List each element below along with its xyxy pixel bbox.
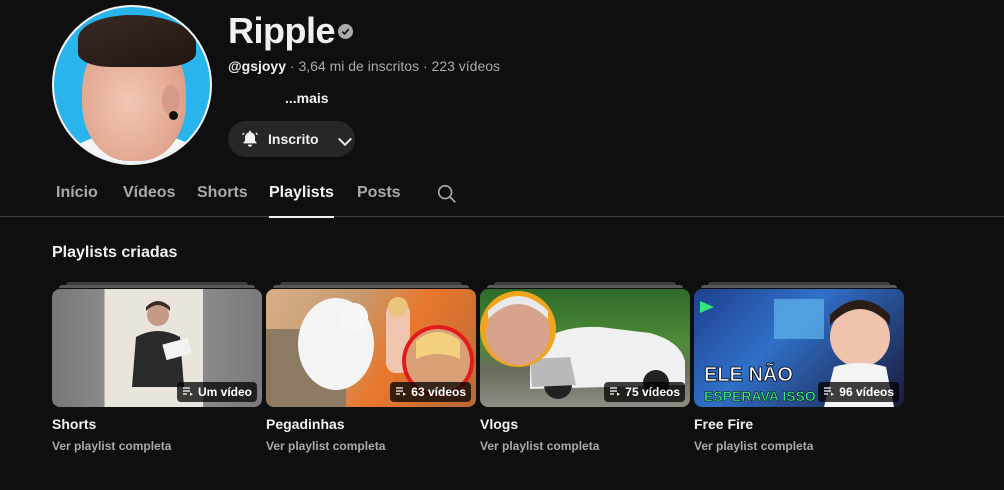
channel-tabs: Início Vídeos Shorts Playlists Posts — [0, 170, 1004, 218]
tab-shorts[interactable]: Shorts — [197, 184, 248, 202]
video-count-badge: 96 vídeos — [818, 382, 899, 402]
bell-icon — [240, 128, 260, 151]
view-playlist-link[interactable]: Ver playlist completa — [480, 439, 599, 453]
channel-name: Ripple — [228, 10, 336, 51]
chevron-down-icon — [335, 131, 352, 147]
thumbnail-person — [132, 301, 192, 387]
video-count-badge: Um vídeo — [176, 382, 257, 402]
playlist-title[interactable]: Vlogs — [480, 416, 518, 432]
description-more-link[interactable]: ...mais — [285, 90, 329, 106]
meta-separator: · — [422, 58, 428, 74]
thumbnail-text-1: ELE NÃO — [704, 363, 793, 386]
video-count-badge: 75 vídeos — [604, 382, 685, 402]
playlist-stack-layer — [701, 285, 897, 288]
video-count-label: 96 vídeos — [839, 385, 894, 399]
video-count: 223 vídeos — [431, 58, 501, 74]
tab-videos[interactable]: Vídeos — [123, 184, 175, 202]
playlist-icon — [609, 385, 621, 400]
playlist-thumbnail[interactable]: 75 vídeos — [480, 289, 690, 407]
tab-inicio[interactable]: Início — [56, 184, 98, 202]
view-playlist-link[interactable]: Ver playlist completa — [694, 439, 813, 453]
playlist-stack-layer — [487, 285, 683, 288]
playlist-stack-layer — [59, 285, 255, 288]
playlist-icon — [182, 385, 194, 400]
video-count-badge: 63 vídeos — [390, 382, 471, 402]
playlist-icon — [823, 385, 835, 400]
tab-playlists[interactable]: Playlists — [269, 184, 334, 218]
playlist-thumbnail[interactable]: Um vídeo — [52, 289, 262, 407]
playlist-stack-layer — [273, 285, 469, 288]
playlist-title[interactable]: Free Fire — [694, 416, 753, 432]
avatar-hair — [78, 15, 196, 67]
channel-meta: @gsjoyy · 3,64 mi de inscritos · 223 víd… — [228, 58, 500, 74]
view-playlist-link[interactable]: Ver playlist completa — [266, 439, 385, 453]
subscriber-count: 3,64 mi de inscritos — [298, 58, 420, 74]
channel-handle: @gsjoyy — [228, 58, 287, 74]
playlist-title[interactable]: Pegadinhas — [266, 416, 345, 432]
channel-avatar[interactable] — [52, 5, 212, 165]
view-playlist-link[interactable]: Ver playlist completa — [52, 439, 171, 453]
avatar-earring — [169, 111, 178, 120]
video-count-label: 63 vídeos — [411, 385, 466, 399]
playlist-thumbnail[interactable]: ELE NÃO ESPERAVA ISSO 96 vídeos — [694, 289, 904, 407]
video-count-label: 75 vídeos — [625, 385, 680, 399]
playlist-icon — [395, 385, 407, 400]
search-icon[interactable] — [436, 183, 458, 205]
meta-separator: · — [289, 58, 295, 74]
thumbnail-text-2: ESPERAVA ISSO — [704, 388, 816, 404]
subscribed-button[interactable]: Inscrito — [228, 121, 355, 157]
section-title: Playlists criadas — [52, 244, 178, 261]
verified-check-icon — [338, 24, 353, 39]
subscribed-label: Inscrito — [268, 131, 319, 147]
tab-posts[interactable]: Posts — [357, 184, 401, 202]
playlist-thumbnail[interactable]: 63 vídeos — [266, 289, 476, 407]
video-count-label: Um vídeo — [197, 385, 252, 399]
playlist-title[interactable]: Shorts — [52, 416, 96, 432]
